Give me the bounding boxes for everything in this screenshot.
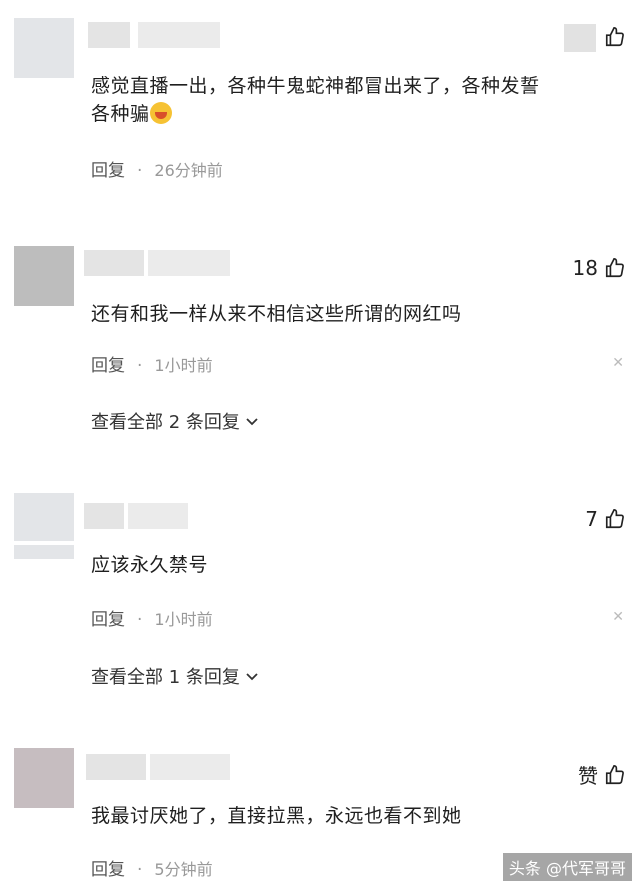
like-button[interactable]: 赞 [578,760,626,789]
like-count: 18 [572,256,598,280]
watermark: 头条 @代军哥哥 [502,853,632,881]
reply-button[interactable]: 回复 [91,161,125,181]
username-blurred [148,250,230,276]
comment-meta: 回复 · 1小时前 [91,356,213,376]
view-replies-label: 查看全部 1 条回复 [91,667,240,688]
view-replies-button[interactable]: 查看全部 1 条回复 [91,663,260,689]
comment-meta: 回复 · 1小时前 [91,610,213,630]
comment-item: 感觉直播一出，各种牛鬼蛇神都冒出来了，各种发誓 各种骗 回复 · 26分钟前 [0,0,640,210]
chevron-down-icon [246,673,258,681]
thumbs-up-icon [605,764,624,784]
timestamp: 26分钟前 [154,161,223,180]
username-blurred [150,754,230,780]
thumbs-up-icon [605,27,624,47]
thumbs-up-icon [605,509,624,529]
username-blurred[interactable] [88,22,130,48]
avatar[interactable] [14,748,74,808]
close-icon[interactable]: ✕ [612,355,624,371]
timestamp: 1小时前 [154,356,213,375]
comment-item: 7 应该永久禁号 回复 · 1小时前 ✕ 查看全部 1 条回复 [0,483,640,733]
comment-meta: 回复 · 5分钟前 [91,860,213,880]
comment-item: 18 还有和我一样从来不相信这些所谓的网红吗 回复 · 1小时前 ✕ 查看全部 2 … [0,230,640,480]
view-replies-label: 查看全部 2 条回复 [91,412,240,433]
username-blurred[interactable] [86,754,146,780]
comment-text: 还有和我一样从来不相信这些所谓的网红吗 [91,303,462,325]
view-replies-button[interactable]: 查看全部 2 条回复 [91,408,260,434]
reply-button[interactable]: 回复 [91,860,125,880]
username-blurred [138,22,220,48]
username-blurred [128,503,188,529]
like-label: 赞 [578,764,598,788]
like-button[interactable]: 7 [585,507,626,531]
like-button[interactable]: 18 [573,256,626,280]
timestamp: 5分钟前 [154,860,213,879]
avatar[interactable] [14,18,74,78]
comment-meta: 回复 · 26分钟前 [91,161,223,181]
avatar[interactable] [14,246,74,306]
like-count-blurred [564,24,596,52]
like-count: 7 [585,507,598,531]
timestamp: 1小时前 [154,610,213,629]
username-blurred[interactable] [84,250,144,276]
avatar-strip [14,545,74,559]
comment-text: 应该永久禁号 [91,554,209,576]
laughing-crying-emoji-icon [149,102,172,124]
reply-button[interactable]: 回复 [91,610,125,630]
close-icon[interactable]: ✕ [612,609,624,625]
reply-button[interactable]: 回复 [91,356,125,376]
comment-text: 感觉直播一出，各种牛鬼蛇神都冒出来了，各种发誓 各种骗 [91,75,540,125]
comment-text: 我最讨厌她了，直接拉黑，永远也看不到她 [91,805,462,827]
like-button[interactable] [604,26,626,48]
thumbs-up-icon [605,258,624,278]
chevron-down-icon [246,418,258,426]
avatar[interactable] [14,493,74,541]
username-blurred[interactable] [84,503,124,529]
